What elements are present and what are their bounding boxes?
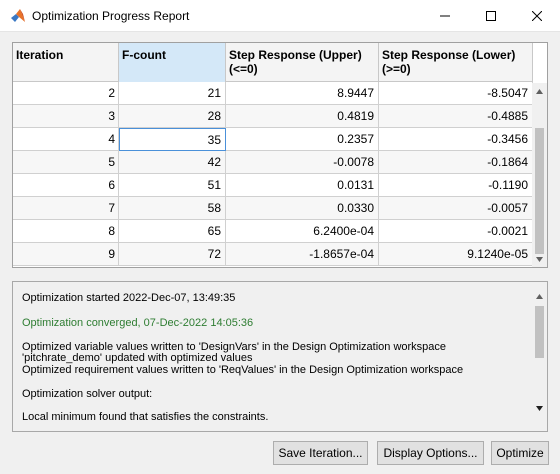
table-cell[interactable]: 6: [13, 174, 119, 197]
column-header-label: Iteration: [16, 48, 64, 62]
table-header: Iteration F-count Step Response (Upper) …: [13, 43, 533, 82]
table-body: 2 21 8.9447 -8.5047 3 28 0.4819 -0.4885 …: [13, 82, 533, 266]
table-cell[interactable]: 3: [13, 105, 119, 128]
log-line-solver-output: Optimization solver output:: [22, 388, 153, 400]
column-header-fcount[interactable]: F-count: [119, 43, 226, 82]
log-line-local-minimum: Local minimum found that satisfies the c…: [22, 411, 269, 423]
table-cell[interactable]: 4: [13, 128, 119, 151]
log-vertical-scrollbar[interactable]: [532, 282, 547, 431]
table-row[interactable]: 3 28 0.4819 -0.4885: [13, 105, 533, 128]
table-cell[interactable]: 72: [119, 243, 226, 266]
table-cell[interactable]: 28: [119, 105, 226, 128]
table-cell[interactable]: -0.0057: [379, 197, 533, 220]
column-header-label: F-count: [122, 48, 166, 62]
table-cell[interactable]: 8: [13, 220, 119, 243]
table-cell[interactable]: 2: [13, 82, 119, 105]
matlab-logo-icon: [11, 9, 25, 22]
iteration-table[interactable]: Iteration F-count Step Response (Upper) …: [12, 42, 548, 268]
optimize-button[interactable]: Optimize: [491, 441, 549, 465]
table-cell[interactable]: -1.8657e-04: [226, 243, 379, 266]
save-iteration-button[interactable]: Save Iteration...: [273, 441, 368, 465]
window-title: Optimization Progress Report: [32, 9, 190, 23]
log-line-started: Optimization started 2022-Dec-07, 13:49:…: [22, 292, 236, 304]
column-header-label: Step Response (Upper): [229, 48, 362, 62]
table-cell[interactable]: 21: [119, 82, 226, 105]
table-cell[interactable]: -0.0021: [379, 220, 533, 243]
table-cell[interactable]: 9.1240e-05: [379, 243, 533, 266]
column-header-step-lower[interactable]: Step Response (Lower) (>=0): [379, 43, 533, 82]
optimization-log[interactable]: Optimization started 2022-Dec-07, 13:49:…: [12, 281, 548, 432]
table-row[interactable]: 4 35 0.2357 -0.3456: [13, 128, 533, 151]
table-cell[interactable]: 0.0131: [226, 174, 379, 197]
column-header-label: Step Response (Lower): [382, 48, 516, 62]
table-row[interactable]: 2 21 8.9447 -8.5047: [13, 82, 533, 105]
table-cell[interactable]: 5: [13, 151, 119, 174]
table-cell[interactable]: 65: [119, 220, 226, 243]
table-cell[interactable]: 6.2400e-04: [226, 220, 379, 243]
table-cell[interactable]: 0.2357: [226, 128, 379, 151]
table-cell[interactable]: -0.3456: [379, 128, 533, 151]
table-cell[interactable]: 0.4819: [226, 105, 379, 128]
table-cell[interactable]: -0.0078: [226, 151, 379, 174]
table-cell[interactable]: 51: [119, 174, 226, 197]
scroll-up-arrow-icon[interactable]: [535, 294, 544, 303]
table-row[interactable]: 9 72 -1.8657e-04 9.1240e-05: [13, 243, 533, 266]
table-cell[interactable]: 58: [119, 197, 226, 220]
scroll-down-arrow-icon[interactable]: [535, 406, 544, 415]
scroll-thumb[interactable]: [535, 306, 544, 358]
table-cell[interactable]: 0.0330: [226, 197, 379, 220]
column-header-step-upper[interactable]: Step Response (Upper) (<=0): [226, 43, 379, 82]
log-line-reqvalues: Optimized requirement values written to …: [22, 364, 464, 376]
scroll-up-arrow-icon[interactable]: [535, 89, 544, 98]
minimize-button[interactable]: [422, 0, 468, 31]
table-cell-focused[interactable]: 35: [119, 128, 226, 151]
table-row[interactable]: 5 42 -0.0078 -0.1864: [13, 151, 533, 174]
minimize-icon: [440, 15, 450, 16]
table-cell[interactable]: 9: [13, 243, 119, 266]
table-cell[interactable]: -8.5047: [379, 82, 533, 105]
table-cell[interactable]: 7: [13, 197, 119, 220]
column-header-iteration[interactable]: Iteration: [13, 43, 119, 82]
column-header-sublabel: (<=0): [229, 62, 258, 76]
title-bar: Optimization Progress Report: [0, 0, 560, 32]
scroll-thumb[interactable]: [535, 128, 544, 254]
table-cell[interactable]: -0.4885: [379, 105, 533, 128]
table-cell[interactable]: -0.1864: [379, 151, 533, 174]
table-vertical-scrollbar[interactable]: [532, 83, 547, 267]
table-row[interactable]: 7 58 0.0330 -0.0057: [13, 197, 533, 220]
table-row[interactable]: 6 51 0.0131 -0.1190: [13, 174, 533, 197]
table-cell[interactable]: -0.1190: [379, 174, 533, 197]
maximize-icon: [486, 10, 496, 21]
table-row[interactable]: 8 65 6.2400e-04 -0.0021: [13, 220, 533, 243]
close-button[interactable]: [514, 0, 560, 31]
table-cell[interactable]: 8.9447: [226, 82, 379, 105]
log-line-converged: Optimization converged, 07-Dec-2022 14:0…: [22, 317, 254, 329]
scroll-down-arrow-icon[interactable]: [535, 257, 544, 266]
column-header-sublabel: (>=0): [382, 62, 411, 76]
close-icon: [532, 10, 542, 21]
maximize-button[interactable]: [468, 0, 514, 31]
display-options-button[interactable]: Display Options...: [377, 441, 484, 465]
table-cell[interactable]: 42: [119, 151, 226, 174]
